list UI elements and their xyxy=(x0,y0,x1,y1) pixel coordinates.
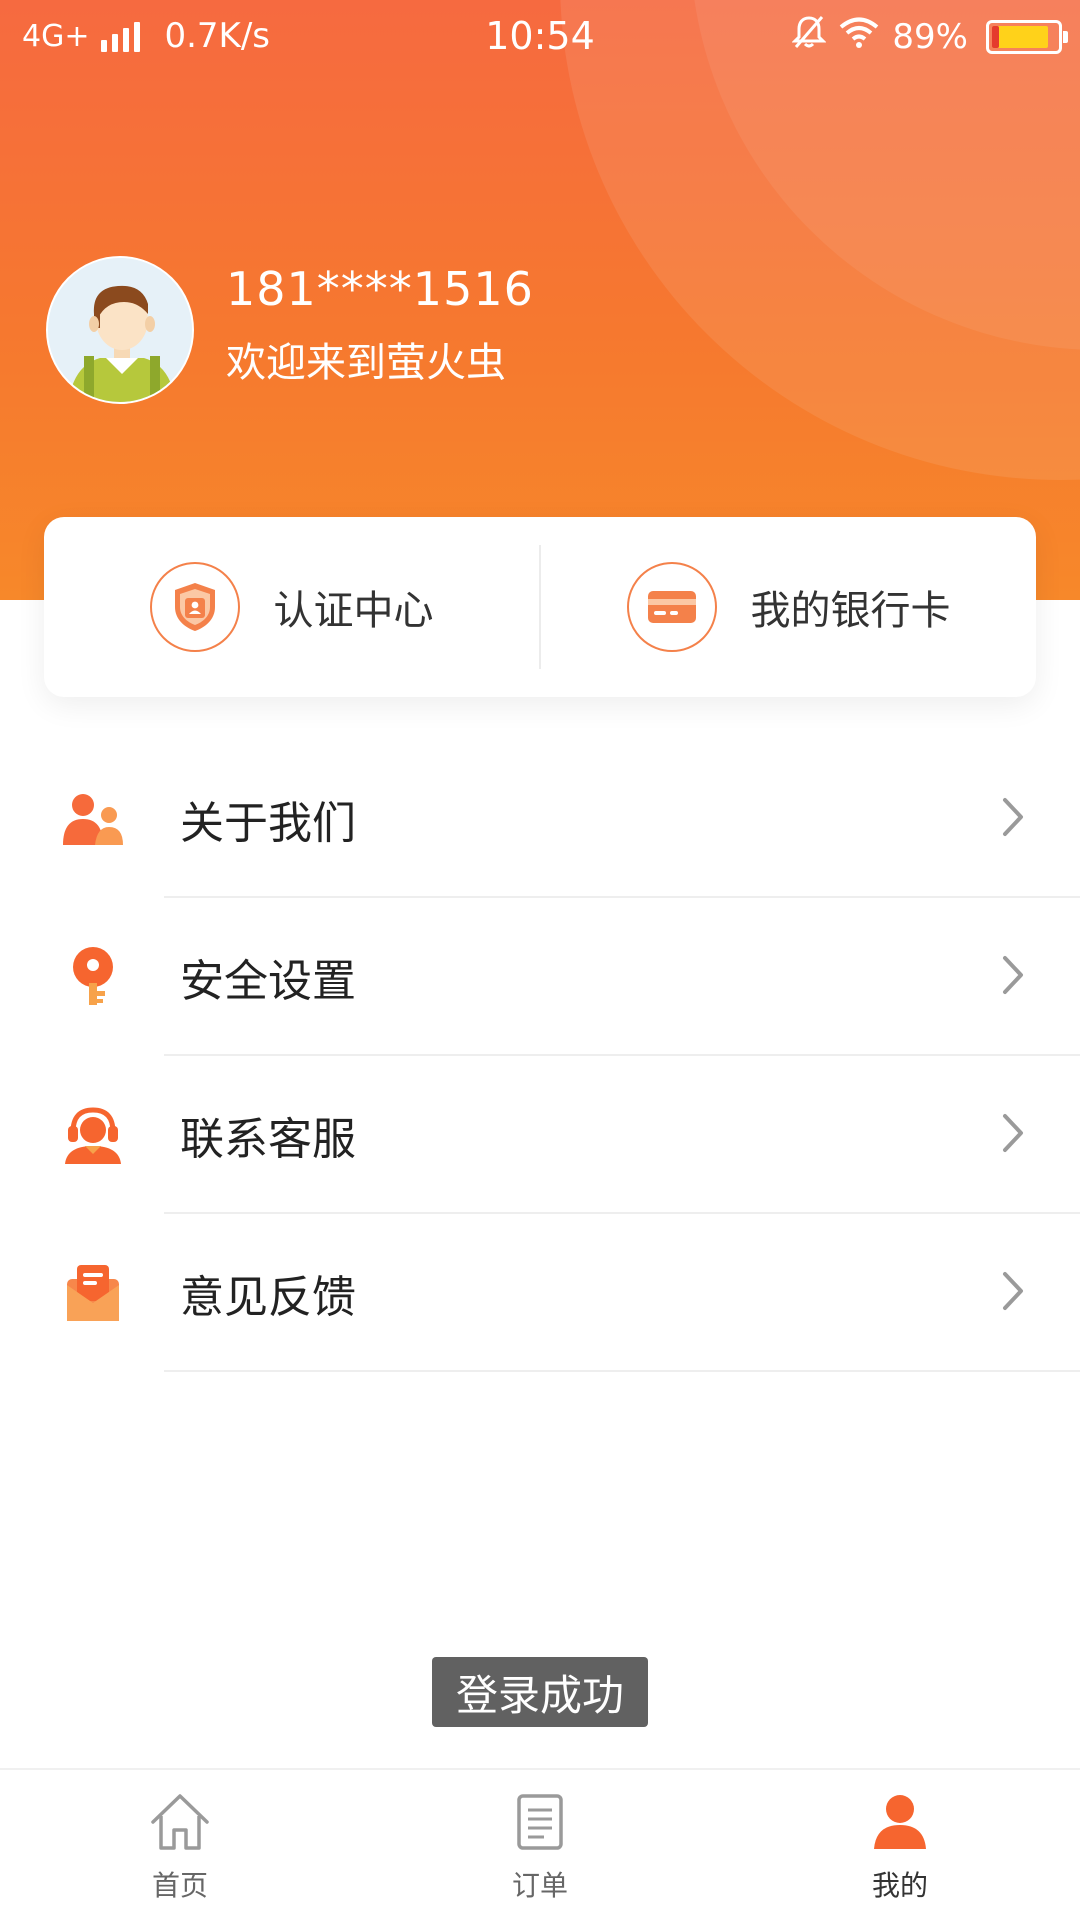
chevron-right-icon xyxy=(1002,1271,1024,1315)
bank-card-icon xyxy=(626,562,717,652)
quick-action-label: 认证中心 xyxy=(273,588,434,634)
feedback-mail-icon xyxy=(60,1260,126,1326)
certification-center-button[interactable]: 认证中心 xyxy=(44,517,539,697)
battery-percent: 89% xyxy=(892,16,968,57)
key-icon xyxy=(60,944,126,1010)
chevron-right-icon xyxy=(1002,797,1024,841)
home-icon xyxy=(148,1790,212,1854)
welcome-text: 欢迎来到萤火虫 xyxy=(226,340,506,386)
tab-label: 我的 xyxy=(871,1869,928,1902)
quick-actions-card: 认证中心 我的银行卡 xyxy=(44,517,1036,697)
bottom-tab-bar: 首页 订单 我的 xyxy=(0,1768,1080,1920)
shield-icon xyxy=(149,562,240,652)
status-bar: 4G+ 0.7K/s 10:54 89% xyxy=(0,0,1080,76)
avatar[interactable] xyxy=(46,256,194,404)
tab-label: 订单 xyxy=(511,1869,568,1902)
chevron-right-icon xyxy=(1002,1113,1024,1157)
people-icon xyxy=(60,786,126,852)
battery-icon xyxy=(986,19,1068,54)
chevron-right-icon xyxy=(1002,955,1024,999)
settings-menu: 关于我们 安全设置 联系客服 意见反馈 xyxy=(0,740,1080,1372)
quick-action-label: 我的银行卡 xyxy=(750,588,951,634)
headset-agent-icon xyxy=(60,1102,126,1168)
tab-home[interactable]: 首页 xyxy=(0,1770,360,1920)
menu-item-contact-support[interactable]: 联系客服 xyxy=(0,1056,1080,1214)
menu-item-security-settings[interactable]: 安全设置 xyxy=(0,898,1080,1056)
menu-item-label: 关于我们 xyxy=(180,798,356,849)
menu-item-label: 安全设置 xyxy=(180,956,356,1007)
menu-item-label: 联系客服 xyxy=(180,1114,356,1165)
user-icon xyxy=(868,1790,932,1854)
divider xyxy=(164,1370,1080,1372)
my-bank-card-button[interactable]: 我的银行卡 xyxy=(541,517,1036,697)
menu-item-about-us[interactable]: 关于我们 xyxy=(0,740,1080,898)
phone-number: 181****1516 xyxy=(226,262,534,316)
mute-bell-icon xyxy=(791,14,828,59)
tab-orders[interactable]: 订单 xyxy=(360,1770,720,1920)
order-document-icon xyxy=(508,1790,572,1854)
tab-mine[interactable]: 我的 xyxy=(720,1770,1080,1920)
menu-item-label: 意见反馈 xyxy=(180,1272,356,1323)
tab-label: 首页 xyxy=(151,1869,208,1902)
login-success-toast: 登录成功 xyxy=(432,1657,648,1727)
mine-page: 4G+ 0.7K/s 10:54 89% 181****1516 欢迎来到萤火虫… xyxy=(0,0,1080,1920)
wifi-icon xyxy=(838,15,880,58)
menu-item-feedback[interactable]: 意见反馈 xyxy=(0,1214,1080,1372)
